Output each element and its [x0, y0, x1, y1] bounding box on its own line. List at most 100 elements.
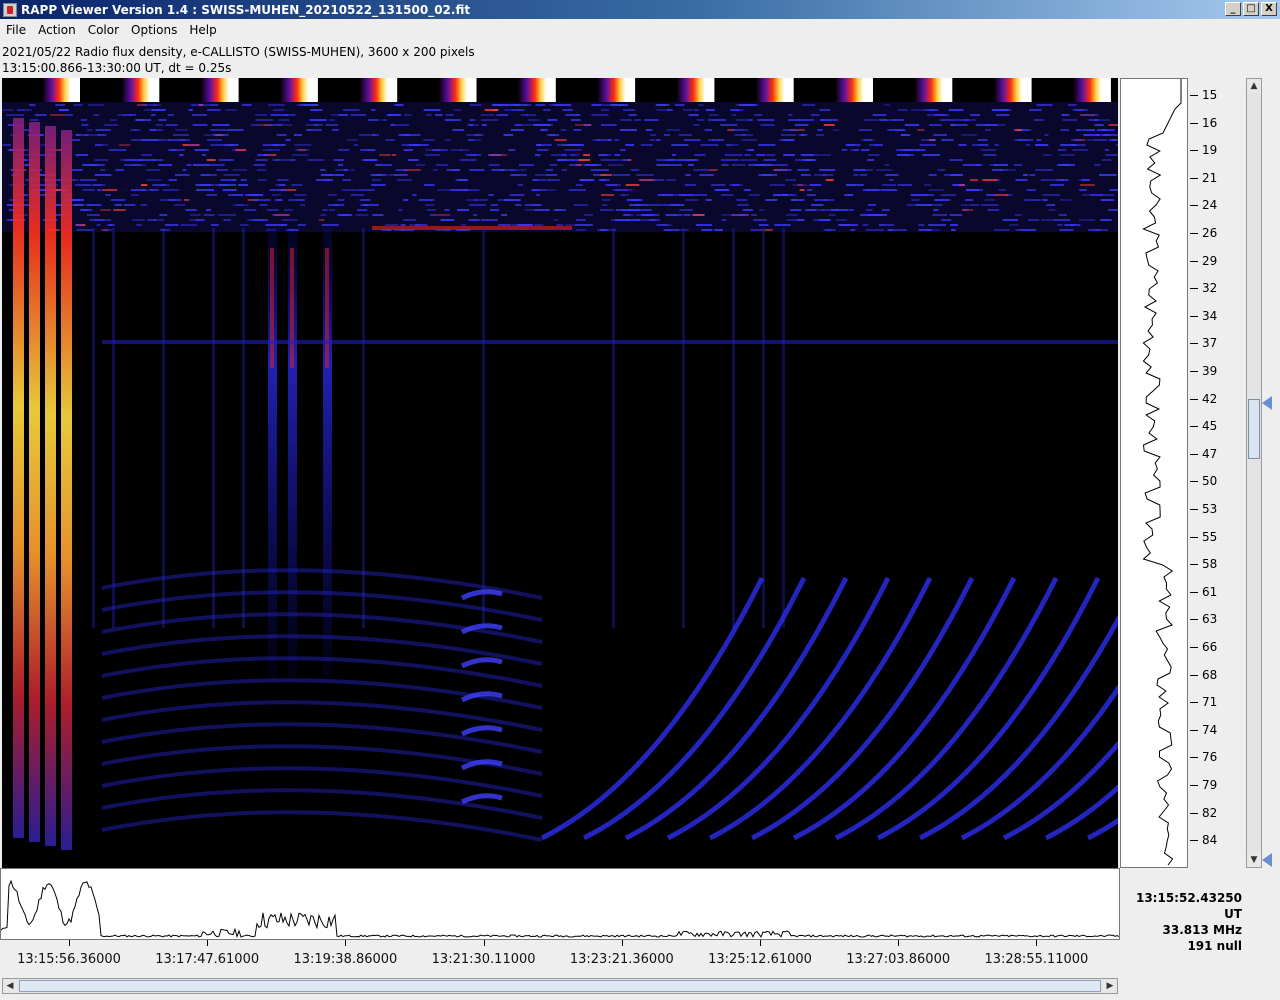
- spectrum-profile-plot: [1142, 79, 1182, 866]
- close-button[interactable]: X: [1261, 2, 1277, 16]
- noise-mark: [799, 189, 805, 191]
- wave-stripe-short: [460, 657, 503, 669]
- noise-mark: [928, 174, 937, 176]
- noise-mark: [831, 209, 849, 211]
- noise-mark: [511, 174, 527, 176]
- vertical-scroll-thumb[interactable]: [1248, 399, 1260, 459]
- noise-mark: [860, 139, 876, 141]
- noise-mark: [372, 214, 384, 216]
- noise-mark: [561, 154, 567, 156]
- noise-mark: [408, 224, 422, 226]
- burst-column: [45, 126, 56, 846]
- noise-mark: [328, 209, 336, 211]
- horizontal-scroll-thumb[interactable]: [19, 980, 1101, 992]
- noise-mark: [385, 139, 396, 141]
- arrow-left-icon[interactable]: ◀: [3, 979, 17, 993]
- time-tick: [207, 940, 209, 946]
- noise-mark: [524, 209, 536, 211]
- minimize-button[interactable]: _: [1225, 2, 1241, 16]
- time-tick: [898, 940, 900, 946]
- noise-mark: [316, 179, 333, 181]
- noise-mark: [426, 209, 436, 211]
- noise-mark: [794, 124, 809, 126]
- arrow-down-icon[interactable]: ▼: [1247, 853, 1261, 867]
- noise-mark: [825, 179, 834, 181]
- noise-mark: [1080, 184, 1095, 186]
- faint-column: [112, 228, 115, 628]
- noise-mark: [729, 184, 743, 186]
- noise-mark: [853, 174, 859, 176]
- noise-mark: [591, 114, 609, 116]
- level-slider-handle-low[interactable]: [1262, 853, 1272, 867]
- maximize-button[interactable]: □: [1243, 2, 1259, 16]
- noise-mark: [191, 114, 207, 116]
- level-slider-handle[interactable]: [1262, 396, 1272, 410]
- noise-mark: [757, 119, 775, 121]
- horizontal-scrollbar[interactable]: ◀ ▶: [2, 978, 1118, 994]
- noise-mark: [328, 174, 345, 176]
- noise-mark: [534, 174, 549, 176]
- noise-mark: [614, 154, 621, 156]
- noise-mark: [1072, 149, 1089, 151]
- noise-mark: [94, 159, 109, 161]
- menu-options[interactable]: Options: [125, 23, 183, 37]
- vertical-scrollbar[interactable]: ▲ ▼: [1246, 78, 1262, 868]
- calibration-block: [993, 78, 1032, 102]
- noise-mark: [714, 229, 723, 231]
- noise-mark: [429, 199, 435, 201]
- noise-mark: [721, 194, 734, 196]
- noise-mark: [272, 159, 280, 161]
- noise-mark: [515, 124, 533, 126]
- noise-mark: [885, 174, 897, 176]
- menu-help[interactable]: Help: [183, 23, 222, 37]
- arrow-right-icon[interactable]: ▶: [1103, 979, 1117, 993]
- noise-mark: [1050, 184, 1064, 186]
- menu-color[interactable]: Color: [82, 23, 125, 37]
- noise-mark: [118, 144, 131, 146]
- noise-mark: [868, 154, 880, 156]
- noise-mark: [130, 164, 146, 166]
- noise-mark: [158, 119, 167, 121]
- noise-mark: [291, 184, 303, 186]
- arrow-up-icon[interactable]: ▲: [1247, 79, 1261, 93]
- noise-mark: [982, 179, 998, 181]
- noise-mark: [628, 114, 637, 116]
- noise-mark: [511, 224, 519, 226]
- noise-mark: [6, 114, 24, 116]
- faint-column: [782, 228, 785, 628]
- noise-mark: [675, 159, 688, 161]
- noise-mark: [625, 184, 640, 186]
- frequency-tick: [1190, 729, 1198, 731]
- noise-mark: [468, 219, 480, 221]
- noise-mark: [543, 109, 551, 111]
- noise-mark: [1035, 169, 1053, 171]
- menu-file[interactable]: File: [0, 23, 32, 37]
- noise-mark: [460, 224, 467, 226]
- noise-mark: [634, 119, 641, 121]
- noise-mark: [674, 104, 685, 106]
- noise-mark: [1069, 224, 1075, 226]
- noise-mark: [735, 119, 753, 121]
- noise-mark: [375, 164, 382, 166]
- noise-mark: [760, 124, 775, 126]
- menu-action[interactable]: Action: [32, 23, 82, 37]
- noise-mark: [223, 174, 240, 176]
- noise-mark: [123, 204, 136, 206]
- noise-mark: [124, 159, 142, 161]
- frequency-tick: [1190, 757, 1198, 759]
- spectrogram-view[interactable]: [2, 78, 1118, 868]
- noise-mark: [252, 199, 271, 201]
- noise-mark: [490, 204, 498, 206]
- noise-mark: [644, 119, 659, 121]
- noise-mark: [1041, 219, 1056, 221]
- noise-mark: [810, 114, 820, 116]
- noise-mark: [626, 219, 641, 221]
- time-tick-label: 13:17:47.61000: [155, 952, 260, 967]
- noise-mark: [508, 149, 516, 151]
- noise-mark: [751, 214, 758, 216]
- noise-mark: [135, 119, 145, 121]
- noise-mark: [473, 199, 479, 201]
- noise-mark: [650, 134, 657, 136]
- noise-mark: [622, 109, 635, 111]
- noise-mark: [81, 124, 89, 126]
